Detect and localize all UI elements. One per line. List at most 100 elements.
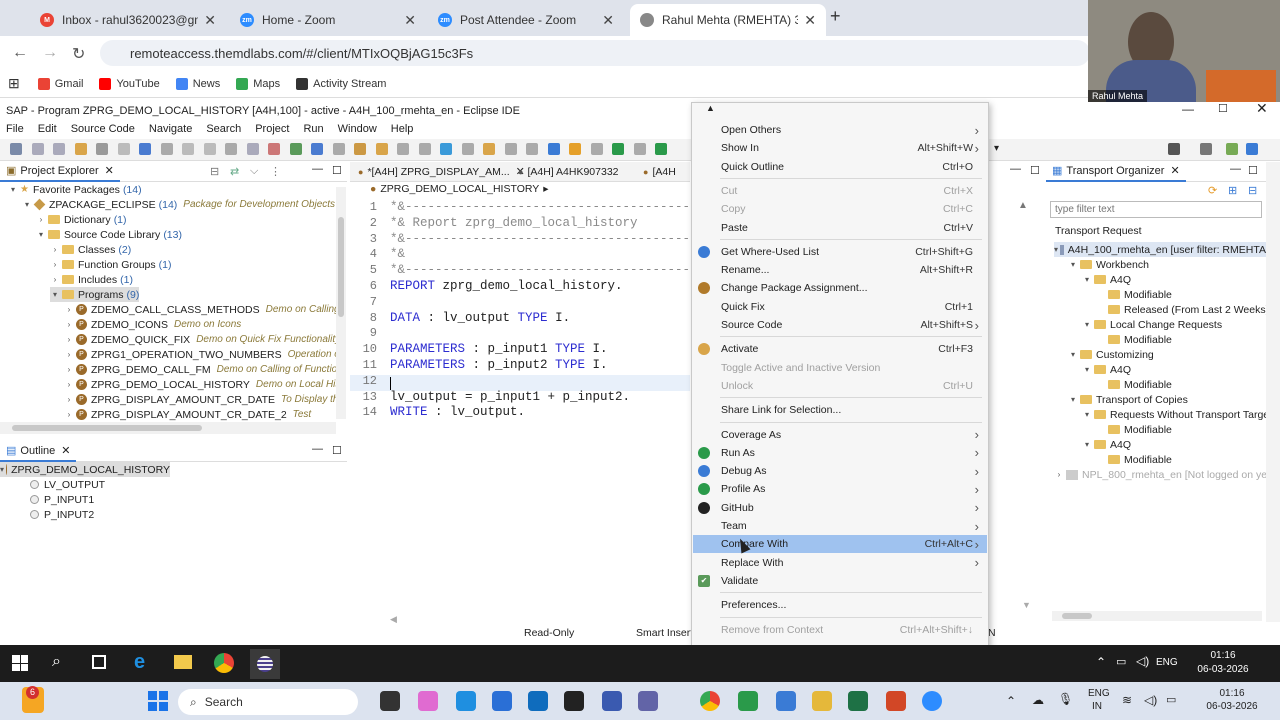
edge-icon[interactable]: e [134,651,145,674]
refresh-icon[interactable]: ⟳ [1208,184,1217,197]
chevron-right-icon[interactable]: › [64,305,74,314]
close-icon[interactable]: ✕ [1256,100,1268,117]
menu-edit[interactable]: Edit [38,123,57,135]
eclipse-taskbar-icon[interactable] [250,649,280,679]
toolbar-button-icon[interactable] [10,143,22,155]
menu-item-source-code[interactable]: Source Code Alt+Shift+S › [693,316,987,334]
tree-item[interactable]: › P ZPRG_DISPLAY_AMOUNT_CR_DATE To Display … [64,392,340,407]
chrome-icon[interactable] [214,653,234,673]
toolbar-button-icon[interactable] [268,143,280,155]
chrome-icon[interactable] [700,691,720,711]
menu-item-get-where-used-list[interactable]: Get Where-Used List Ctrl+Shift+G [693,243,987,261]
chevron-right-icon[interactable]: › [50,275,60,284]
toolbar-button-icon[interactable] [74,143,87,155]
perspective-icon[interactable] [1246,143,1258,155]
outlook-icon[interactable] [528,691,548,711]
toolbar-button-icon[interactable] [440,143,452,155]
toolbar-button-icon[interactable] [590,143,603,155]
outline-root[interactable]: ▾ ZPRG_DEMO_LOCAL_HISTORY [0,462,170,477]
remote-lang[interactable]: ENG [1156,657,1178,668]
maximize-icon[interactable]: ☐ [1218,102,1228,115]
chevron-down-icon[interactable]: ▾ [1082,275,1092,284]
remote-date[interactable]: 06-03-2026 [1186,664,1260,675]
toolbar-button-icon[interactable] [526,143,538,155]
menu-item-activate[interactable]: Activate Ctrl+F3 [693,340,987,358]
menu-navigate[interactable]: Navigate [149,123,192,135]
search-icon[interactable]: ⌕ [52,653,61,671]
store-icon[interactable] [492,691,512,711]
browser-tab[interactable]: zm Post Attendee - Zoom ✕ [428,4,624,36]
close-icon[interactable]: ✕ [404,12,416,29]
tree-item[interactable]: ▾ ★ Favorite Packages (14) [8,182,142,197]
chevron-down-icon[interactable]: ▾ [36,230,46,239]
tree-item[interactable]: ▾ ZPACKAGE_ECLIPSE (14) Package for Develop… [22,197,335,212]
transport-hscrollbar[interactable] [1052,611,1262,621]
eclipse-app-icon[interactable] [738,691,758,711]
edge-icon[interactable] [456,691,476,711]
toolbar-button-icon[interactable] [461,143,474,155]
tree-item[interactable]: ▾ Programs (9) [50,287,140,302]
toolbar-button-icon[interactable] [182,143,194,155]
transport-tree-item[interactable]: ▾ A4Q [1082,437,1131,452]
close-icon[interactable]: ✕ [602,12,614,29]
filter-icon[interactable]: ⌵ [250,165,258,178]
breadcrumb-label[interactable]: ZPRG_DEMO_LOCAL_HISTORY [380,183,539,195]
transport-tree-item[interactable]: ▾ Workbench [1068,257,1149,272]
menu-search[interactable]: Search [206,123,241,135]
code-line[interactable]: 7 [355,295,390,311]
toolbar-button-icon[interactable] [160,143,173,155]
code-line[interactable]: 4 *& [355,247,405,263]
toolbar-button-icon[interactable] [504,143,517,155]
chevron-right-icon[interactable]: › [64,320,74,329]
tab-project-explorer[interactable]: ▣ Project Explorer ✕ [0,162,120,182]
tree-item[interactable]: › P ZDEMO_CALL_CLASS_METHODS Demo on Callin… [64,302,340,317]
teams-icon[interactable] [638,691,658,711]
maximize-view-icon[interactable]: ☐ [332,444,342,457]
close-icon[interactable]: ✕ [804,12,816,29]
menu-item-cut[interactable]: Cut Ctrl+X [693,182,987,200]
tab-outline[interactable]: ▤ Outline ✕ [0,442,77,462]
menu-item-coverage-as[interactable]: Coverage As › [693,426,987,444]
lang-line1[interactable]: ENG [1088,688,1110,699]
menu-item-toggle-active-and-inactive-version[interactable]: Toggle Active and Inactive Version [693,359,987,377]
toolbar-button-icon[interactable] [289,143,302,155]
zoom-icon[interactable] [922,691,942,711]
menu-run[interactable]: Run [303,123,323,135]
menu-item-preferences[interactable]: Preferences... [693,596,987,614]
tree-item[interactable]: › P ZDEMO_ICONS Demo on Icons [64,317,242,332]
maximize-view-icon[interactable]: ☐ [1248,164,1258,177]
outline-item[interactable]: P_INPUT1 [30,492,94,507]
transport-tree-item[interactable]: Modifiable [1096,332,1172,347]
tree-item[interactable]: ▾ Source Code Library (13) [36,227,182,242]
apps-icon[interactable]: ⊞ [8,75,20,92]
chevron-down-icon[interactable]: ▾ [50,290,60,299]
menu-item-unlock[interactable]: Unlock Ctrl+U [693,377,987,395]
outline-item[interactable]: P_INPUT2 [30,507,94,522]
toolbar-button-icon[interactable] [569,143,581,155]
toolbar-button-icon[interactable] [225,143,237,155]
toolbar-button-icon[interactable] [139,143,151,155]
browser-tab[interactable]: M Inbox - rahul3620023@gmail.com ✕ [30,4,226,36]
minimize-icon[interactable]: — [1182,102,1194,116]
reload-icon[interactable]: ↻ [72,44,85,64]
editor-tab[interactable]: ● [A4H [635,162,676,182]
perspective-icon[interactable] [1226,143,1238,155]
transport-tree-item[interactable]: Modifiable [1096,452,1172,467]
toolbar-button-icon[interactable] [31,143,44,155]
close-icon[interactable]: ✕ [204,12,216,29]
transport-tree-item[interactable]: ▾ Requests Without Transport Target [1082,407,1272,422]
chevron-up-icon[interactable]: ⌃ [1096,655,1106,669]
menu-item-github[interactable]: GitHub › [693,499,987,517]
tree-item[interactable]: › P ZPRG_DEMO_CALL_FM Demo on Calling of Fu… [64,362,340,377]
windows-start-icon[interactable] [148,691,168,711]
transport-tree-item[interactable]: Modifiable [1096,422,1172,437]
code-line[interactable]: 12 [355,374,390,390]
transport-tree-item[interactable]: Modifiable [1096,377,1172,392]
transport-tree-item[interactable]: ▾ Customizing [1068,347,1154,362]
chevron-right-icon[interactable]: › [64,365,74,374]
perspective-icon[interactable] [1168,143,1180,155]
menu-help[interactable]: Help [391,123,414,135]
code-line[interactable]: 6 REPORT zprg_demo_local_history. [355,279,623,295]
volume-icon[interactable]: ◁) [1144,693,1157,707]
chevron-right-icon[interactable]: › [64,335,74,344]
